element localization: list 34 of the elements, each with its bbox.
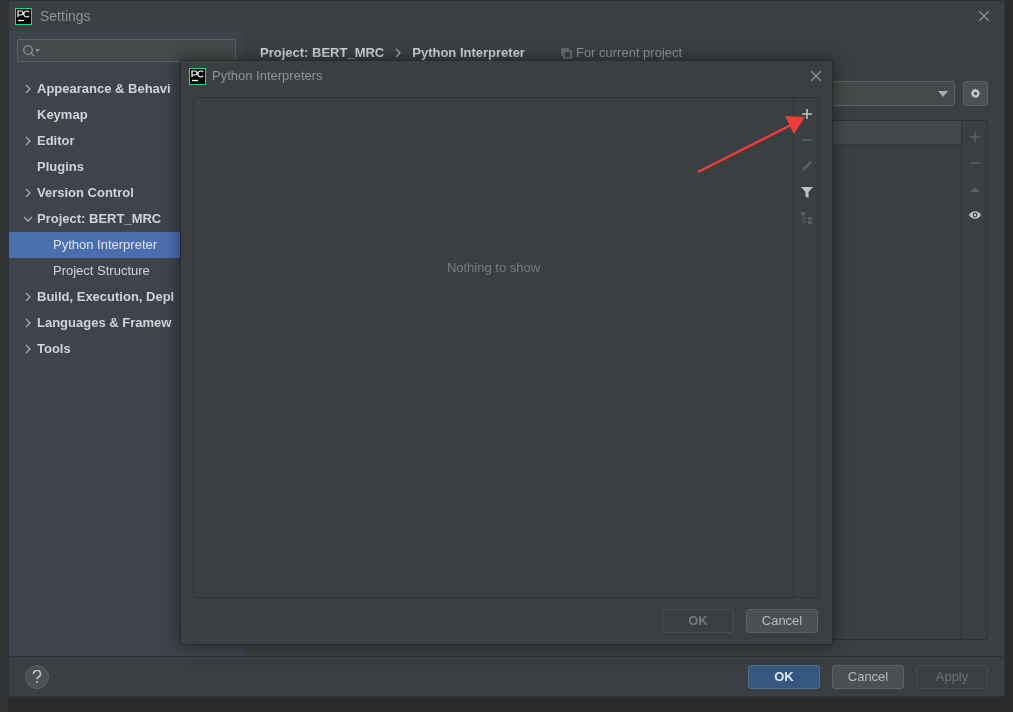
breadcrumb-item[interactable]: Python Interpreter xyxy=(412,43,525,63)
tree-icon xyxy=(799,211,814,225)
close-icon[interactable] xyxy=(978,10,990,22)
close-icon[interactable] xyxy=(810,70,822,82)
chevron-right-icon xyxy=(394,48,403,58)
filter-icon xyxy=(799,185,814,199)
sidebar-item[interactable]: Tools xyxy=(9,336,244,362)
settings-button[interactable] xyxy=(963,81,988,106)
breadcrumb-item[interactable]: Project: BERT_MRC xyxy=(260,43,385,63)
cancel-button[interactable]: Cancel xyxy=(832,664,904,689)
gear-icon xyxy=(970,86,981,101)
scope-label: For current project xyxy=(575,44,683,63)
sidebar-item[interactable]: Build, Execution, Depl xyxy=(9,284,244,310)
ok-button[interactable]: OK xyxy=(748,664,820,689)
sidebar-item[interactable]: Languages & Framew xyxy=(9,310,244,336)
empty-message: Nothing to show xyxy=(446,258,541,277)
sidebar-item[interactable]: Project: BERT_MRC xyxy=(9,206,244,232)
pencil-icon xyxy=(799,159,814,173)
sidebar-item[interactable]: Editor xyxy=(9,128,244,154)
search-field[interactable] xyxy=(17,39,236,62)
eye-icon xyxy=(967,208,982,222)
caret-icon xyxy=(938,90,948,97)
window-title: Settings xyxy=(40,6,91,26)
search-icon xyxy=(22,43,42,58)
plus-icon xyxy=(799,107,814,121)
help-button[interactable] xyxy=(25,664,49,689)
copy-icon xyxy=(560,47,572,59)
dialog-title: Python Interpreters xyxy=(212,67,323,86)
cancel-button[interactable]: Cancel xyxy=(746,609,818,633)
help-icon xyxy=(32,670,42,683)
plus-icon xyxy=(967,130,982,144)
pycharm-logo-icon xyxy=(15,7,32,25)
sidebar-item[interactable]: Version Control xyxy=(9,180,244,206)
pycharm-logo-icon xyxy=(189,67,206,85)
